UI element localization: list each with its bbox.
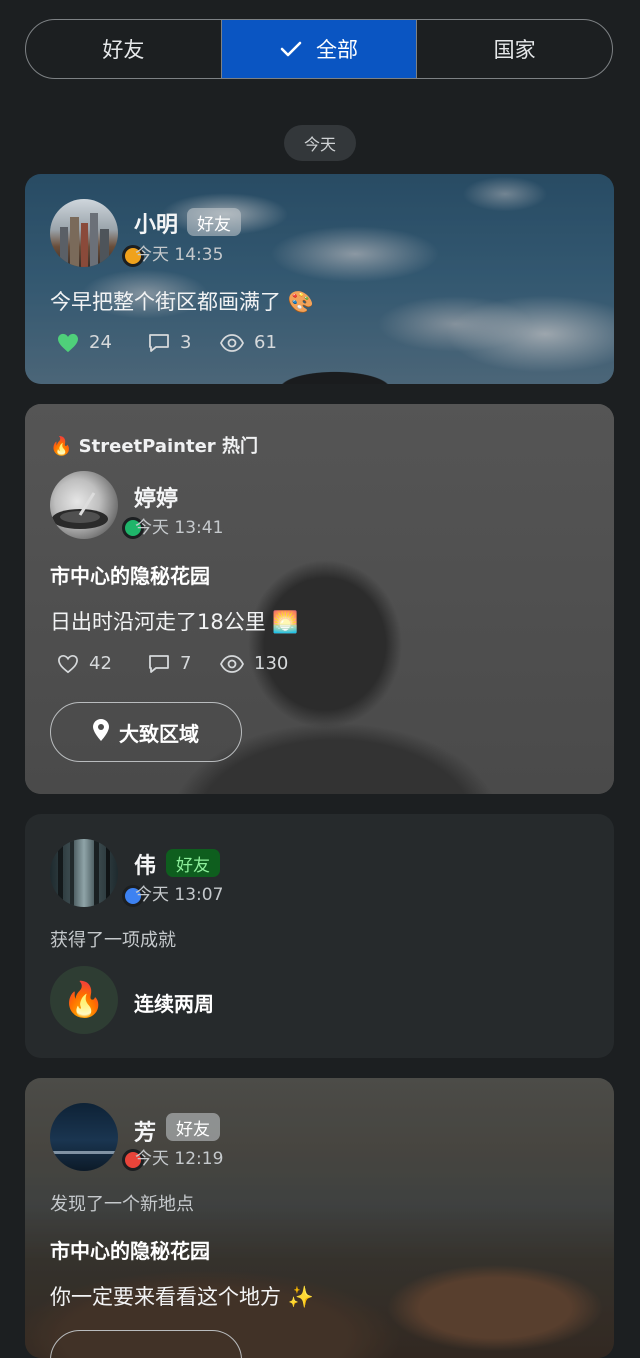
post-time: 今天 13:41 <box>135 518 224 538</box>
feed-card[interactable]: 🔥 StreetPainter 热门 婷婷 今天 13:41 市中心的隐秘花园 … <box>25 404 614 794</box>
view-stat: 130 <box>220 653 288 674</box>
activity-subtitle: 获得了一项成就 <box>50 930 176 951</box>
date-chip: 今天 <box>284 125 356 161</box>
check-icon <box>280 40 302 58</box>
feed-card[interactable]: 小明 好友 今天 14:35 今早把整个街区都画满了 🎨 24 3 61 <box>25 174 614 384</box>
author-name[interactable]: 小明 <box>134 207 178 239</box>
tab-friends[interactable]: 好友 <box>26 20 221 78</box>
turntable-image <box>52 492 108 529</box>
post-text: 你一定要来看看这个地方 ✨ <box>50 1285 314 1309</box>
tab-country[interactable]: 国家 <box>416 20 612 78</box>
feed-card[interactable]: 伟 好友 今天 13:07 获得了一项成就 🔥 连续两周 <box>25 814 614 1058</box>
post-time: 今天 14:35 <box>135 245 224 265</box>
city-skyline-image <box>60 213 109 267</box>
comment-icon <box>148 333 170 353</box>
heart-filled-icon <box>57 333 79 353</box>
activity-subtitle: 发现了一个新地点 <box>50 1194 194 1215</box>
avatar[interactable] <box>50 1103 118 1171</box>
author-name[interactable]: 芳 <box>134 1115 156 1147</box>
achievement-name: 连续两周 <box>134 992 214 1016</box>
comment-stat[interactable]: 3 <box>148 332 191 353</box>
author-name[interactable]: 伟 <box>134 848 156 880</box>
place-title[interactable]: 市中心的隐秘花园 <box>50 560 210 589</box>
tab-friends-label: 好友 <box>102 38 145 62</box>
author-name[interactable]: 婷婷 <box>134 481 178 513</box>
tab-all[interactable]: 全部 <box>220 20 417 78</box>
like-count: 24 <box>89 332 112 353</box>
eye-icon <box>220 654 244 673</box>
post-time: 今天 12:19 <box>135 1149 224 1169</box>
view-count: 61 <box>254 332 277 353</box>
like-stat[interactable]: 42 <box>57 653 112 674</box>
avatar[interactable] <box>50 839 118 907</box>
post-time: 今天 13:07 <box>135 885 224 905</box>
approximate-area-button[interactable] <box>50 1330 242 1358</box>
like-count: 42 <box>89 653 112 674</box>
achievement-icon: 🔥 <box>50 966 118 1034</box>
avatar[interactable] <box>50 471 118 539</box>
like-stat[interactable]: 24 <box>57 332 112 353</box>
friend-badge: 好友 <box>187 208 241 236</box>
filter-segmented-control: 好友 全部 国家 <box>25 19 613 79</box>
comment-icon <box>148 654 170 674</box>
heart-outline-icon <box>57 654 79 674</box>
trending-tag[interactable]: 🔥 StreetPainter 热门 <box>50 432 258 458</box>
approximate-area-label: 大致区域 <box>119 721 199 746</box>
view-stat: 61 <box>220 332 277 353</box>
place-title[interactable]: 市中心的隐秘花园 <box>50 1235 210 1264</box>
location-pin-icon <box>93 718 109 746</box>
friend-badge: 好友 <box>166 849 220 877</box>
comment-stat[interactable]: 7 <box>148 653 191 674</box>
comment-count: 7 <box>180 653 192 674</box>
avatar[interactable] <box>50 199 118 267</box>
eye-icon <box>220 333 244 352</box>
post-text: 日出时沿河走了18公里 🌅 <box>50 610 299 634</box>
friend-badge: 好友 <box>166 1113 220 1141</box>
feed-card[interactable]: 芳 好友 今天 12:19 发现了一个新地点 市中心的隐秘花园 你一定要来看看这… <box>25 1078 614 1358</box>
comment-count: 3 <box>180 332 192 353</box>
tab-country-label: 国家 <box>493 38 536 62</box>
coast-night-image <box>50 1151 118 1154</box>
tab-all-label: 全部 <box>316 38 358 62</box>
forest-image <box>58 839 110 907</box>
view-count: 130 <box>254 653 289 674</box>
approximate-area-button[interactable]: 大致区域 <box>50 702 242 762</box>
post-text: 今早把整个街区都画满了 🎨 <box>50 290 314 314</box>
